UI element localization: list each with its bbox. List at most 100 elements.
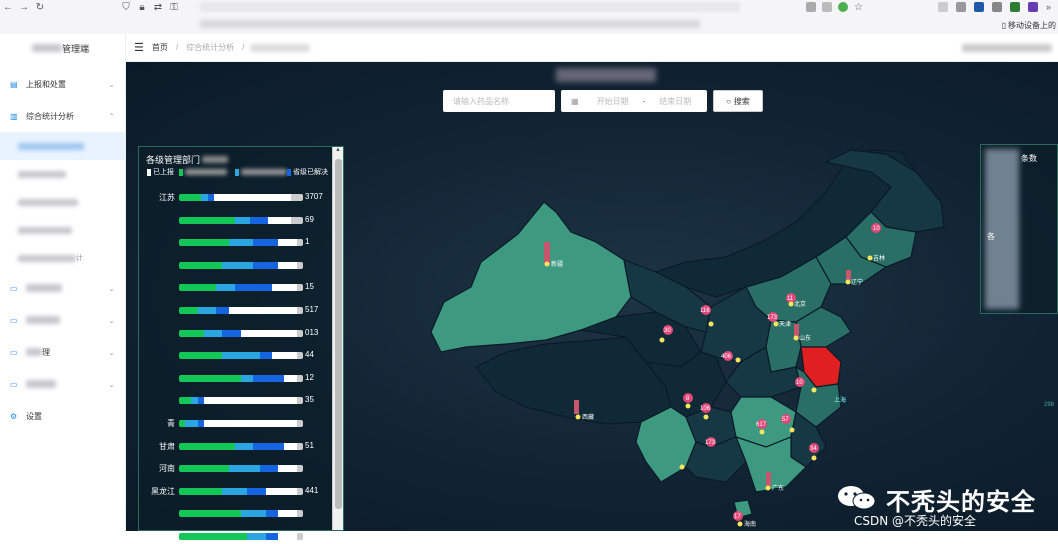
sidebar-item-folder-4[interactable]: ▭ ⌄ <box>0 368 125 400</box>
stacked-bar[interactable] <box>179 442 303 450</box>
bar-segment[interactable] <box>203 329 223 337</box>
bar-segment[interactable] <box>290 194 303 201</box>
bar-segment[interactable] <box>296 374 303 382</box>
bar-segment[interactable] <box>278 465 297 473</box>
star-icon[interactable]: ☆ <box>854 2 863 13</box>
stacked-bar[interactable] <box>179 510 303 518</box>
table-row[interactable]: 青 <box>143 417 333 431</box>
bar-segment[interactable] <box>296 239 303 247</box>
ublock-icon[interactable] <box>1010 2 1020 12</box>
stacked-bar[interactable] <box>179 465 303 473</box>
bar-segment[interactable] <box>179 465 229 473</box>
user-info[interactable] <box>962 43 1052 52</box>
bar-segment[interactable] <box>271 352 297 360</box>
bar-segment[interactable] <box>197 307 217 314</box>
bar-segment[interactable] <box>296 307 303 314</box>
bar-segment[interactable] <box>296 352 303 360</box>
sidebar-item-folder-2[interactable]: ▭ ⌄ <box>0 304 125 336</box>
stacked-bar[interactable] <box>179 216 303 224</box>
sidebar-subitem[interactable] <box>0 160 125 188</box>
stacked-bar[interactable] <box>179 307 303 314</box>
bar-segment[interactable] <box>241 510 266 518</box>
sidebar-item-folder-3[interactable]: ▭ 理 ⌄ <box>0 336 125 368</box>
bar-segment[interactable] <box>179 352 223 360</box>
pocket-icon[interactable] <box>938 2 948 12</box>
bar-segment[interactable] <box>247 533 266 540</box>
scroll-up-icon[interactable]: ▲ <box>335 147 341 153</box>
mobile-bookmarks[interactable]: ▯ 移动设备上的 <box>1002 20 1056 31</box>
sidebar-subitem-active[interactable] <box>0 132 125 160</box>
bar-segment[interactable] <box>271 284 297 292</box>
bar-segment[interactable] <box>179 510 241 518</box>
legend-resolved[interactable]: 省级已解决 <box>287 169 331 177</box>
url-bar[interactable] <box>200 2 740 12</box>
bar-segment[interactable] <box>203 420 297 427</box>
lock-icon[interactable]: 🔒︎ <box>134 2 150 13</box>
stacked-bar[interactable] <box>179 194 303 201</box>
bar-segment[interactable] <box>268 216 291 224</box>
bar-segment[interactable] <box>241 374 254 382</box>
bar-segment[interactable] <box>296 284 303 292</box>
table-row[interactable]: 1 <box>143 236 333 250</box>
panel-scrollbar[interactable]: ▲ <box>332 147 343 530</box>
stacked-bar[interactable] <box>179 374 303 382</box>
bar-segment[interactable] <box>203 397 297 405</box>
bar-segment[interactable] <box>179 533 248 540</box>
scrollbar-thumb[interactable] <box>335 159 342 509</box>
bar-segment[interactable] <box>234 442 254 450</box>
key-icon[interactable]: ⚿ <box>166 2 182 13</box>
bar-segment[interactable] <box>234 216 250 224</box>
bar-segment[interactable] <box>228 307 297 314</box>
bar-segment[interactable] <box>222 261 254 269</box>
bar-segment[interactable] <box>259 352 272 360</box>
legend-lightblue[interactable] <box>235 169 287 176</box>
bar-segment[interactable] <box>290 216 303 224</box>
table-row[interactable]: 江苏 3707 <box>143 191 333 205</box>
table-row[interactable]: 013 <box>143 327 333 341</box>
table-row[interactable]: 44 <box>143 349 333 363</box>
bar-segment[interactable] <box>179 194 202 201</box>
sidebar-item-settings[interactable]: ⚙ 设置 <box>0 400 125 432</box>
table-row[interactable]: 黑龙江 441 <box>143 485 333 499</box>
bar-segment[interactable] <box>179 239 229 247</box>
breadcrumb-section[interactable]: 综合统计分析 <box>186 42 234 53</box>
bar-segment[interactable] <box>249 216 269 224</box>
table-row[interactable]: 甘肃 51 <box>143 440 333 454</box>
stacked-bar[interactable] <box>179 329 303 337</box>
table-row[interactable]: 15 <box>143 281 333 295</box>
table-row[interactable]: 69 <box>143 214 333 228</box>
bar-segment[interactable] <box>216 284 235 292</box>
bar-segment[interactable] <box>240 329 297 337</box>
reload-icon[interactable]: ↻ <box>32 2 48 13</box>
table-row[interactable]: 12 <box>143 372 333 386</box>
extension-icon[interactable] <box>838 2 848 12</box>
table-row[interactable]: 35 <box>143 394 333 408</box>
breadcrumb-home[interactable]: 首页 <box>152 42 168 53</box>
table-row[interactable]: 湖北 <box>143 530 333 544</box>
bar-segment[interactable] <box>179 216 235 224</box>
undo-icon[interactable] <box>956 2 966 12</box>
bar-segment[interactable] <box>213 194 291 201</box>
sidebar-subitem[interactable] <box>0 216 125 244</box>
bar-segment[interactable] <box>179 442 235 450</box>
bar-segment[interactable] <box>179 374 241 382</box>
stacked-bar[interactable] <box>179 352 303 360</box>
bar-segment[interactable] <box>253 442 285 450</box>
addon-icon[interactable] <box>1028 2 1038 12</box>
bar-segment[interactable] <box>278 510 297 518</box>
bar-segment[interactable] <box>247 487 266 495</box>
table-row[interactable]: 河南 <box>143 462 333 476</box>
bar-segment[interactable] <box>228 465 260 473</box>
back-icon[interactable]: ← <box>0 2 16 13</box>
bar-segment[interactable] <box>278 239 297 247</box>
shield-icon[interactable]: ⛉ <box>118 2 134 13</box>
translator-icon[interactable] <box>974 2 984 12</box>
bar-segment[interactable] <box>278 533 297 540</box>
overflow-icon[interactable]: » <box>1046 2 1051 12</box>
bar-segment[interactable] <box>296 261 303 269</box>
bar-segment[interactable] <box>259 465 279 473</box>
bar-segment[interactable] <box>284 374 297 382</box>
bar-segment[interactable] <box>296 465 303 473</box>
legend-reported[interactable]: 已上报 <box>147 169 175 177</box>
bar-segment[interactable] <box>228 239 254 247</box>
